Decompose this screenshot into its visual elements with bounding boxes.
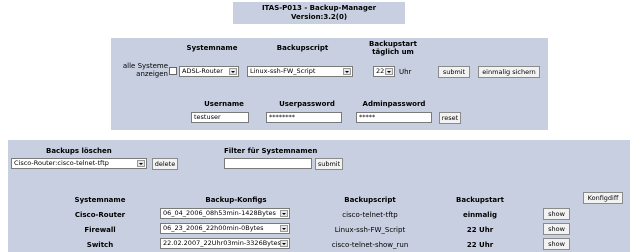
chevron-down-icon	[385, 68, 393, 75]
chevron-down-icon	[280, 240, 288, 247]
chevron-down-icon	[343, 68, 351, 75]
chevron-down-icon	[280, 225, 288, 232]
script-select[interactable]: Linux-ssh-FW_Script	[247, 66, 353, 77]
konfig-select[interactable]: 06_04_2006_08h53min-1428Bytes	[160, 208, 290, 219]
script-select-value: Linux-ssh-FW_Script	[250, 67, 316, 75]
username-header: Username	[204, 100, 244, 108]
system-select-value: ADSL-Router	[182, 67, 223, 75]
hour-select[interactable]: 22	[373, 66, 395, 77]
chevron-down-icon	[229, 68, 237, 75]
table-row-system: Switch	[86, 241, 114, 249]
filter-header: Filter für Systemnamen	[224, 147, 318, 155]
hour-select-value: 22	[376, 67, 385, 75]
userpassword-header: Userpassword	[279, 100, 335, 108]
show-all-checkbox[interactable]	[169, 67, 177, 75]
once-backup-button[interactable]: einmalig sichern	[478, 66, 540, 78]
konfigdiff-button[interactable]: Konfigdiff	[583, 192, 623, 204]
show-all-label-line1: alle Systeme	[122, 62, 168, 70]
backupstart-header: Backupstart täglich um	[358, 40, 428, 56]
userpassword-field[interactable]: ********	[266, 112, 342, 123]
username-field[interactable]: testuser	[191, 112, 249, 123]
konfig-select-value: 06_04_2006_08h53min-1428Bytes	[163, 209, 276, 217]
app-title: ITAS-P013 - Backup-Manager	[261, 4, 377, 12]
chevron-down-icon	[137, 160, 145, 167]
systemname-header: Systemname	[186, 44, 238, 52]
backupstart-header-line1: Backupstart	[369, 40, 417, 48]
table-row-start: 22 Uhr	[466, 226, 494, 234]
reset-button[interactable]: reset	[439, 112, 461, 124]
konfig-select-value: 06_23_2006_22h00min-0Bytes	[163, 224, 264, 232]
table-row-script: cisco-telnet-tftp	[342, 211, 398, 219]
col-header-systemname: Systemname	[74, 196, 126, 204]
col-header-backupstart: Backupstart	[456, 196, 504, 204]
show-button[interactable]: show	[543, 208, 570, 220]
filter-input[interactable]	[224, 158, 312, 169]
delete-button[interactable]: delete	[152, 158, 178, 170]
table-row-script: Linux-ssh-FW_Script	[334, 226, 406, 234]
table-row-system: Firewall	[84, 226, 116, 234]
filter-submit-button[interactable]: submit	[315, 158, 343, 170]
show-all-label-line2: anzeigen	[136, 70, 168, 78]
delete-backup-select-value: Cisco-Router:cisco-telnet-tftp	[14, 159, 109, 167]
system-select[interactable]: ADSL-Router	[179, 66, 239, 77]
show-all-label: alle Systeme anzeigen	[118, 62, 168, 78]
backupstart-header-line2: täglich um	[372, 48, 414, 56]
show-button[interactable]: show	[543, 223, 570, 235]
konfig-select[interactable]: 22.02.2007_22Uhr03min-3326Bytes	[160, 238, 290, 249]
adminpassword-field[interactable]: *****	[356, 112, 432, 123]
table-row-system: Cisco-Router	[74, 211, 126, 219]
show-button[interactable]: show	[543, 238, 570, 250]
backupscript-header: Backupscript	[276, 44, 329, 52]
delete-backup-select[interactable]: Cisco-Router:cisco-telnet-tftp	[11, 158, 147, 169]
table-row-script: cisco-telnet-show_run	[331, 241, 409, 249]
konfig-select[interactable]: 06_23_2006_22h00min-0Bytes	[160, 223, 290, 234]
konfig-select-value: 22.02.2007_22Uhr03min-3326Bytes	[163, 239, 281, 247]
chevron-down-icon	[280, 210, 288, 217]
delete-backups-header: Backups löschen	[46, 147, 112, 155]
table-row-start: einmalig	[463, 211, 497, 219]
table-row-start: 22 Uhr	[466, 241, 494, 249]
hour-unit-label: Uhr	[399, 68, 412, 76]
app-version: Version:3.2(0)	[290, 13, 348, 21]
adminpassword-header: Adminpassword	[362, 100, 426, 108]
submit-button[interactable]: submit	[438, 66, 470, 78]
col-header-konfigs: Backup-Konfigs	[205, 196, 267, 204]
col-header-backupscript: Backupscript	[344, 196, 396, 204]
